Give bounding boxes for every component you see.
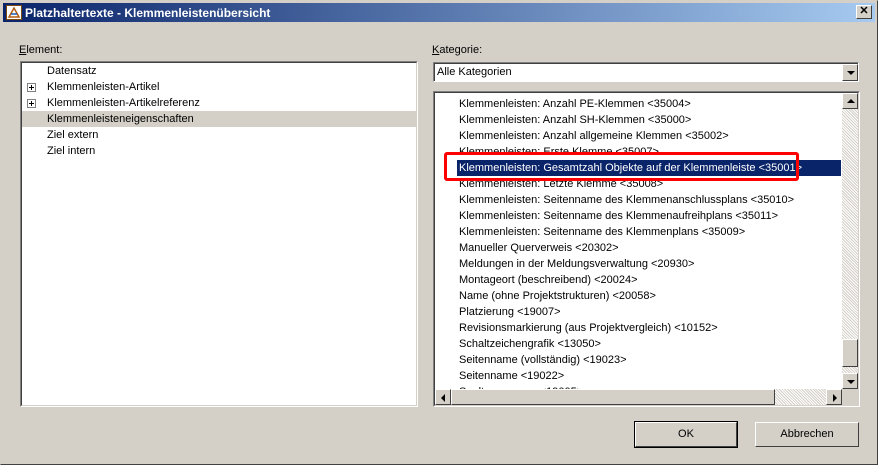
scroll-down-button[interactable] [842, 373, 858, 389]
kategorie-label-rest: ategorie: [439, 44, 483, 56]
scroll-right-button[interactable] [826, 389, 842, 405]
close-button[interactable]: ✕ [856, 5, 872, 19]
kategorie-dropdown[interactable]: Alle Kategorien [433, 62, 859, 82]
property-list-item[interactable]: Klemmenleisten: Anzahl SH-Klemmen <35000… [457, 112, 691, 128]
vertical-scrollbar[interactable] [842, 93, 858, 389]
horizontal-scroll-thumb[interactable] [451, 389, 775, 405]
tree-item-label: Ziel extern [47, 129, 99, 141]
tree-item-label: Klemmenleisteneigenschaften [47, 113, 194, 125]
tree-item[interactable]: Ziel intern [22, 143, 416, 159]
element-label-rest: lement: [26, 44, 63, 56]
property-list-item[interactable]: Revisionsmarkierung (aus Projektvergleic… [457, 320, 718, 336]
tree-item[interactable]: Klemmenleisten-Artikelreferenz [22, 95, 416, 111]
properties-list[interactable]: Spaltennummer <19005>Seitenname <19022>S… [433, 91, 860, 407]
kategorie-dropdown-button[interactable] [842, 64, 858, 81]
property-list-item[interactable]: Schaltzeichengrafik <13050> [457, 336, 601, 352]
expand-plus-icon[interactable] [27, 83, 36, 92]
scrollbar-corner [842, 389, 858, 405]
property-list-item[interactable]: Meldungen in der Meldungsverwaltung <209… [457, 256, 694, 272]
close-icon: ✕ [859, 5, 869, 17]
app-icon [6, 5, 22, 20]
dialog-window: Platzhaltertexte - Klemmenleistenübersic… [0, 0, 878, 465]
arrow-down-icon [847, 380, 855, 384]
cancel-button[interactable]: Abbrechen [755, 422, 859, 447]
element-tree[interactable]: Datensatz Klemmenleisten-Artikel Klemmenle… [20, 61, 418, 407]
highlight-annotation [444, 152, 799, 181]
scroll-left-button[interactable] [435, 389, 451, 405]
vertical-scroll-thumb[interactable] [842, 339, 858, 367]
arrow-right-icon [833, 394, 837, 402]
kategorie-value: Alle Kategorien [437, 66, 512, 78]
tree-item-label: Ziel intern [47, 145, 96, 157]
tree-item[interactable]: Ziel extern [22, 127, 416, 143]
arrow-left-icon [441, 394, 445, 402]
window-title: Platzhaltertexte - Klemmenleistenübersic… [25, 6, 271, 20]
chevron-down-icon [847, 71, 855, 75]
tree-item-label: Datensatz [47, 65, 97, 77]
tree-item[interactable]: Klemmenleisteneigenschaften [22, 111, 416, 127]
expand-plus-icon[interactable] [27, 99, 36, 108]
property-list-item[interactable]: Name (ohne Projektstrukturen) <20058> [457, 288, 656, 304]
element-label: Element: [19, 44, 62, 56]
property-list-item[interactable]: Manueller Querverweis <20302> [457, 240, 619, 256]
property-list-item[interactable]: Klemmenleisten: Seitenname des Klemmenan… [457, 192, 794, 208]
title-bar[interactable]: Platzhaltertexte - Klemmenleistenübersic… [3, 3, 875, 22]
horizontal-scrollbar[interactable] [435, 389, 842, 405]
tree-item[interactable]: Datensatz [22, 63, 416, 79]
property-list-item[interactable]: Klemmenleisten: Anzahl PE-Klemmen <35004… [457, 96, 691, 112]
property-list-item[interactable]: Klemmenleisten: Seitenname des Klemmenpl… [457, 224, 745, 240]
ok-button[interactable]: OK [634, 421, 738, 448]
scroll-up-button[interactable] [842, 93, 858, 109]
tree-item-label: Klemmenleisten-Artikel [47, 81, 160, 93]
property-list-item[interactable]: Platzierung <19007> [457, 304, 561, 320]
tree-item[interactable]: Klemmenleisten-Artikel [22, 79, 416, 95]
property-list-item[interactable]: Seitenname (vollständig) <19023> [457, 352, 627, 368]
property-list-item[interactable]: Klemmenleisten: Seitenname des Klemmenau… [457, 208, 778, 224]
arrow-up-icon [847, 99, 855, 103]
kategorie-label: Kategorie: [432, 44, 482, 56]
property-list-item[interactable]: Seitenname <19022> [457, 368, 564, 384]
property-list-item[interactable]: Montageort (beschreibend) <20024> [457, 272, 638, 288]
property-list-item[interactable]: Klemmenleisten: Anzahl allgemeine Klemme… [457, 128, 729, 144]
tree-item-label: Klemmenleisten-Artikelreferenz [47, 97, 200, 109]
